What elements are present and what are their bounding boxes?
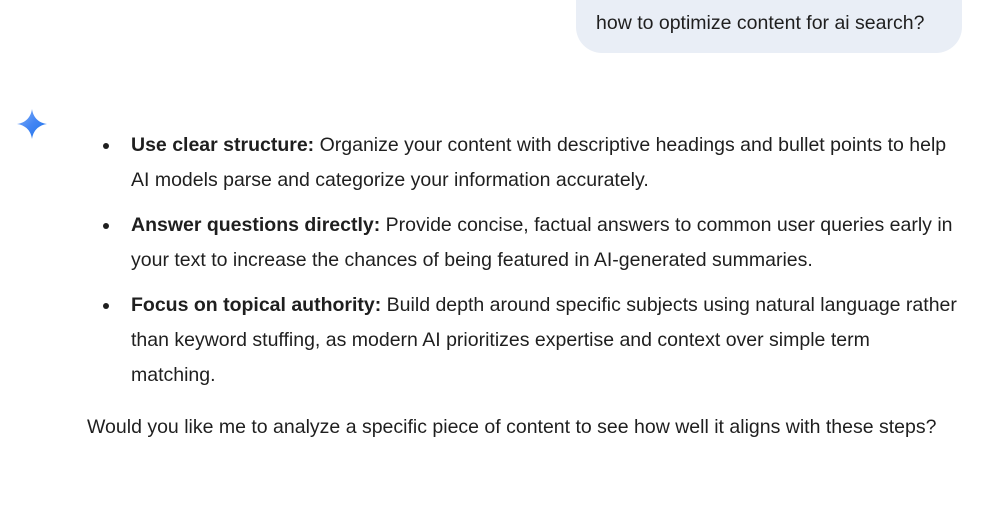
bullet-dot [103,143,109,149]
user-message-text: how to optimize content for ai search? [596,12,925,34]
list-item: Answer questions directly: Provide conci… [87,208,957,278]
list-item: Use clear structure: Organize your conte… [87,128,957,198]
followup-question: Would you like me to analyze a specific … [87,416,937,438]
response-bullet-list: Use clear structure: Organize your conte… [87,128,957,393]
user-message-bubble: how to optimize content for ai search? [576,0,962,53]
list-item: Focus on topical authority: Build depth … [87,288,957,393]
bullet-heading: Use clear structure: [131,134,320,156]
assistant-response: Use clear structure: Organize your conte… [87,128,957,445]
bullet-heading: Focus on topical authority: [131,294,387,316]
bullet-dot [103,303,109,309]
gemini-sparkle-icon [17,109,47,139]
bullet-dot [103,223,109,229]
bullet-heading: Answer questions directly: [131,214,386,236]
